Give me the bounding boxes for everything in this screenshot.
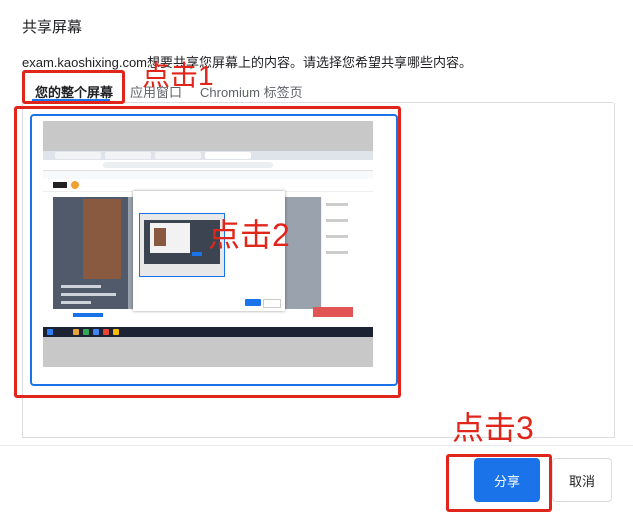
tab-chromium-tab[interactable]: Chromium 标签页 [200,82,303,101]
annotation-label-2: 点击2 [208,217,290,253]
annotation-label-3: 点击3 [452,410,534,446]
share-button[interactable]: 分享 [474,458,540,502]
annotation-box-1 [22,70,125,104]
annotation-label-1: 点击1 [142,60,214,91]
footer-divider [0,445,633,446]
cancel-button[interactable]: 取消 [552,458,612,502]
dialog-title: 共享屏幕 [22,19,83,36]
dialog-subtitle: exam.kaoshixing.com想要共享您屏幕上的内容。请选择您希望共享哪… [22,55,472,70]
